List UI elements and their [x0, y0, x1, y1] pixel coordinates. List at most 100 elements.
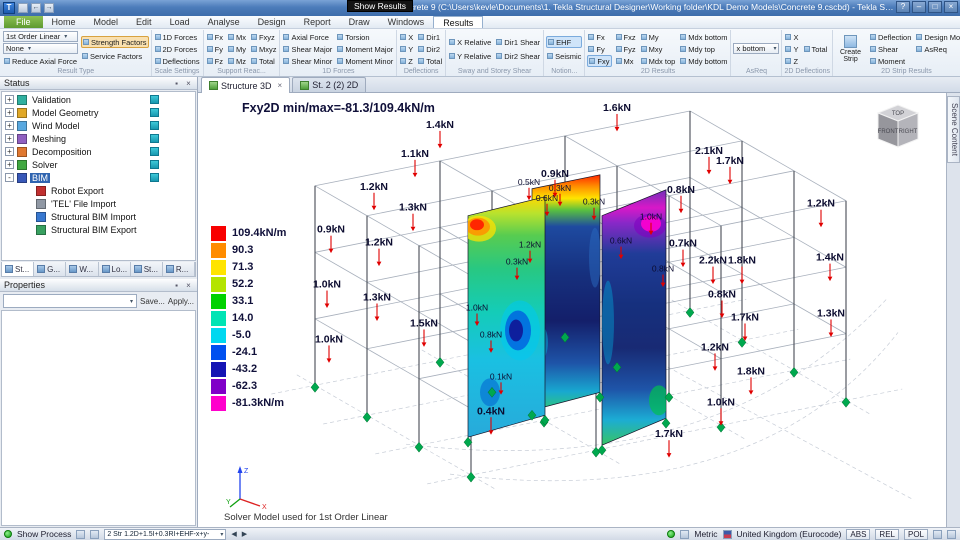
annotation-icon[interactable] [76, 529, 86, 539]
menu-tab-report[interactable]: Report [295, 16, 340, 28]
ribbon-dropdown-1st-order-linear[interactable]: 1st Order Linear ▾ [3, 31, 79, 42]
status-chart-icon[interactable] [150, 160, 159, 169]
ribbon-item-dir2[interactable]: Dir2 [417, 43, 443, 55]
help-button[interactable]: ? [896, 1, 910, 13]
support-marker[interactable] [414, 441, 424, 453]
ribbon-item-y[interactable]: Y [399, 43, 414, 55]
load-label[interactable]: 0.8kN [667, 185, 695, 214]
load-label[interactable]: 1.2kN [701, 342, 729, 371]
ribbon-item-deflection[interactable]: Deflection [869, 31, 912, 43]
ribbon-dropdown-none[interactable]: None ▾ [3, 43, 79, 54]
doc-tab-st-2-2-2d[interactable]: St. 2 (2) 2D [292, 77, 367, 92]
viewport-3d[interactable]: 1.6kN 1.4kN 2.1kN 1.1kN 1.7kN 0.9kN 1.2kN 0.8kN… [198, 93, 946, 527]
ribbon-dropdown-x-bottom[interactable]: x bottom ▾ [733, 43, 780, 54]
status-chart-icon[interactable] [150, 95, 159, 104]
ribbon-item-total[interactable]: Total [803, 43, 829, 55]
menu-tab-model[interactable]: Model [85, 16, 128, 28]
contour-wall-left[interactable] [462, 196, 546, 438]
ribbon-item-seismic[interactable]: Seismic [546, 50, 582, 62]
load-combination-dropdown[interactable]: 2 Str 1.2D+1.5I+0.3RI+EHF-x+y- ▾ [104, 528, 227, 540]
close-icon[interactable]: × [278, 81, 283, 90]
pin-icon[interactable]: ▪ [172, 79, 181, 88]
properties-dropdown[interactable]: ▾ [3, 294, 137, 308]
ribbon-item-dir1[interactable]: Dir1 [417, 31, 443, 43]
tree-item-model-geometry[interactable]: + Model Geometry [2, 106, 195, 119]
ribbon-item-z[interactable]: Z [784, 55, 799, 67]
ribbon-item-fy[interactable]: Fy [206, 43, 224, 55]
tree-item-tel-file-import[interactable]: 'TEL' File Import [2, 197, 195, 210]
ribbon-item-1d-forces[interactable]: 1D Forces [154, 31, 201, 43]
ribbon-item-x-relative[interactable]: X Relative [448, 36, 492, 48]
contour-wall-right[interactable] [601, 189, 669, 446]
menu-tab-analyse[interactable]: Analyse [199, 16, 249, 28]
load-label[interactable]: 1.4kN [816, 253, 844, 282]
tree-expander-icon[interactable]: + [5, 121, 14, 130]
ribbon-item-2d-forces[interactable]: 2D Forces [154, 43, 201, 55]
ribbon-item-shear[interactable]: Shear [869, 43, 912, 55]
ribbon-item-my[interactable]: My [640, 31, 677, 43]
ribbon-item-asreq[interactable]: AsReq [915, 43, 960, 55]
status-chart-icon[interactable] [150, 147, 159, 156]
ribbon-item-reduce-axial-force[interactable]: Reduce Axial Force [3, 55, 78, 67]
ribbon-item-mx[interactable]: Mx [615, 55, 637, 67]
ribbon-item-y[interactable]: Y [784, 43, 799, 55]
ribbon-item-mdx-top[interactable]: Mdx top [640, 55, 677, 67]
ribbon-item-mdy-bottom[interactable]: Mdy bottom [679, 55, 728, 67]
redo-icon[interactable]: → [44, 3, 54, 13]
ribbon-item-torsion[interactable]: Torsion [336, 31, 394, 43]
ribbon-item-mxyz[interactable]: Mxyz [250, 43, 278, 55]
load-label[interactable]: 1.2kN [807, 199, 835, 228]
tree-item-bim[interactable]: - BIM [2, 171, 195, 184]
ribbon-item-fxy[interactable]: Fxy [587, 55, 612, 67]
ribbon-item-shear-minor[interactable]: Shear Minor [282, 55, 333, 67]
ribbon-item-mdx-bottom[interactable]: Mdx bottom [679, 31, 728, 43]
ribbon-item-deflections[interactable]: Deflections [154, 55, 201, 67]
status-panel-tab-4[interactable]: Lo... [98, 262, 131, 276]
tree-expander-icon[interactable]: + [5, 134, 14, 143]
tree-item-decomposition[interactable]: + Decomposition [2, 145, 195, 158]
close-button[interactable]: × [944, 1, 958, 13]
ribbon-item-fyz[interactable]: Fyz [615, 43, 637, 55]
ribbon-item-dir2-shear[interactable]: Dir2 Shear [495, 50, 541, 62]
pol-toggle[interactable]: POL [903, 528, 928, 540]
menu-tab-design[interactable]: Design [249, 16, 295, 28]
tree-expander-icon[interactable]: + [5, 160, 14, 169]
load-label[interactable]: 1.1kN [401, 149, 429, 178]
rel-toggle[interactable]: REL [875, 528, 899, 540]
load-label[interactable]: 1.0kN [315, 334, 343, 363]
load-label[interactable]: 1.2kN [360, 182, 388, 211]
tree-expander-icon[interactable]: - [5, 173, 14, 182]
tree-item-structural-bim-export[interactable]: Structural BIM Export [2, 223, 195, 236]
ribbon-item-service-factors[interactable]: Service Factors [81, 50, 148, 62]
previous-combination-button[interactable]: ◀ [231, 530, 236, 538]
text-scale-icon[interactable] [90, 529, 100, 539]
ribbon-item-total[interactable]: Total [417, 55, 443, 67]
load-label[interactable]: 1.5kN [410, 318, 438, 347]
ribbon-item-x[interactable]: X [784, 31, 799, 43]
tree-item-meshing[interactable]: + Meshing [2, 132, 195, 145]
load-label[interactable]: 1.3kN [817, 308, 845, 337]
load-label[interactable]: 1.2kN [365, 238, 393, 267]
ribbon-item-mdy-top[interactable]: Mdy top [679, 43, 728, 55]
menu-tab-edit[interactable]: Edit [127, 16, 161, 28]
pin-icon[interactable]: ▪ [172, 281, 181, 290]
load-label[interactable]: 1.7kN [655, 429, 683, 458]
maximize-button[interactable]: □ [928, 1, 942, 13]
ribbon-item-fy[interactable]: Fy [587, 43, 611, 55]
support-marker[interactable] [597, 444, 607, 456]
ribbon-item-x[interactable]: X [399, 31, 414, 43]
ribbon-item-ehf[interactable]: EHF [546, 36, 583, 48]
menu-tab-draw[interactable]: Draw [340, 16, 379, 28]
ribbon-item-fx[interactable]: Fx [206, 31, 224, 43]
ribbon-item-fx[interactable]: Fx [587, 31, 611, 43]
abs-toggle[interactable]: ABS [846, 528, 871, 540]
load-label[interactable]: 0.9kN [317, 225, 345, 254]
ribbon-item-moment[interactable]: Moment [869, 55, 912, 67]
next-combination-button[interactable]: ▶ [242, 530, 247, 538]
doc-tab-structure-3d[interactable]: Structure 3D × [201, 77, 291, 93]
ribbon-item-moment-major[interactable]: Moment Major [336, 43, 394, 55]
ribbon-item-fxz[interactable]: Fxz [615, 31, 637, 43]
ribbon-item-strength-factors[interactable]: Strength Factors [81, 36, 149, 48]
tree-expander-icon[interactable]: + [5, 108, 14, 117]
ribbon-item-fz[interactable]: Fz [206, 55, 224, 67]
